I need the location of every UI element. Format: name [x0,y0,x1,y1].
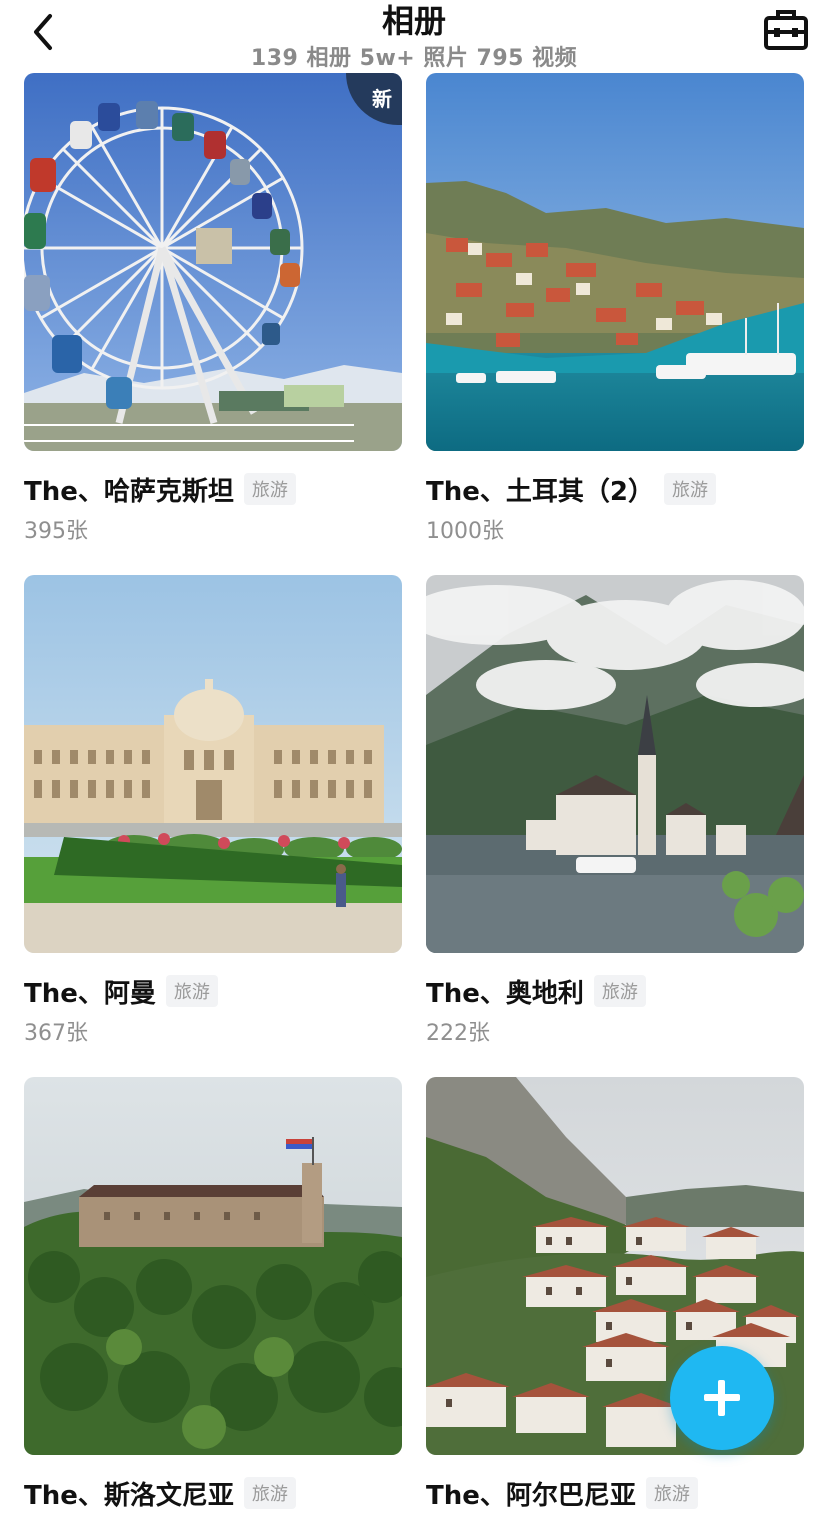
cover-image-lake-village [426,575,804,953]
album-cover[interactable]: 新 [24,73,402,451]
album-tag: 旅游 [243,473,296,505]
album-title-row: The、阿尔巴尼亚 旅游 [426,1473,804,1513]
photo-count: 395张 [24,519,88,544]
add-album-button[interactable] [670,1346,774,1450]
album-cover[interactable] [426,575,804,953]
album-name: The、阿尔巴尼亚 [426,1480,636,1511]
album-cover[interactable] [24,575,402,953]
album-card[interactable]: The、奥地利 旅游 222张 [426,575,804,1047]
toolbox-button[interactable] [760,6,812,54]
album-tag: 旅游 [243,1477,296,1509]
cover-image-palace [24,575,402,953]
album-name: The、土耳其（2） [426,476,654,507]
album-tag: 旅游 [593,975,646,1007]
album-title-row: The、斯洛文尼亚 旅游 [24,1473,402,1513]
cover-image-ferris-wheel [24,73,402,451]
album-title-row: The、哈萨克斯坦 旅游 [24,469,402,509]
photo-count: 222张 [426,1021,490,1046]
album-card[interactable]: The、土耳其（2） 旅游 1000张 [426,73,804,545]
photo-count: 1000张 [426,519,504,544]
new-badge-label: 新 [372,87,392,111]
album-title-row: The、奥地利 旅游 [426,971,804,1011]
album-name: The、斯洛文尼亚 [24,1480,234,1511]
album-card[interactable]: The、阿尔巴尼亚 旅游 [426,1077,804,1513]
album-title-row: The、土耳其（2） 旅游 [426,469,804,509]
cover-image-hill-castle [24,1077,402,1455]
toolbox-icon [764,10,808,50]
album-tag: 旅游 [663,473,716,505]
album-cover[interactable] [24,1077,402,1455]
album-name: The、奥地利 [426,978,584,1009]
album-title-row: The、阿曼 旅游 [24,971,402,1011]
album-tag: 旅游 [165,975,218,1007]
album-name: The、哈萨克斯坦 [24,476,234,507]
cover-image-coastal-town [426,73,804,451]
album-card[interactable]: The、阿曼 旅游 367张 [24,575,402,1047]
photo-count: 367张 [24,1021,88,1046]
album-tag: 旅游 [645,1477,698,1509]
album-card[interactable]: The、斯洛文尼亚 旅游 [24,1077,402,1513]
album-name: The、阿曼 [24,978,156,1009]
album-card[interactable]: 新 The、哈萨克斯坦 旅游 395张 [24,73,402,545]
album-cover[interactable] [426,73,804,451]
album-stats: 139 相册 5w+ 照片 795 视频 [250,46,578,71]
page-title: 相册 [381,2,446,40]
header: 相册 139 相册 5w+ 照片 795 视频 [0,0,828,72]
